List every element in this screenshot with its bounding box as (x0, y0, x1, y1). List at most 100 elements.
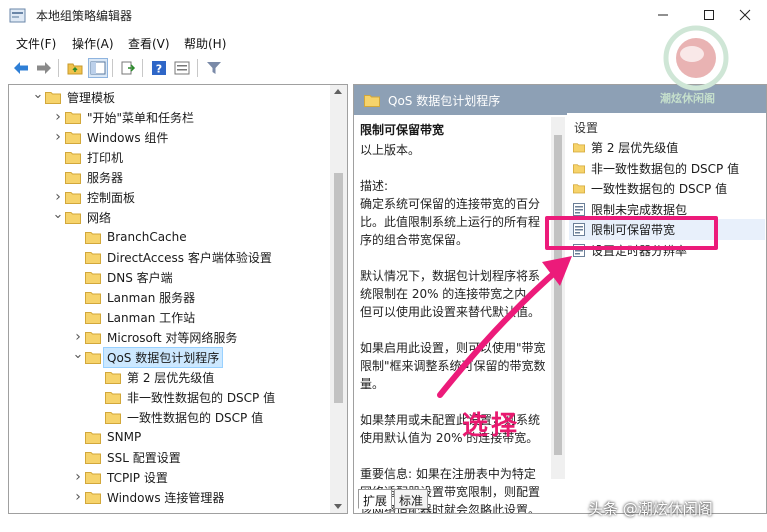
help-button[interactable]: ? (149, 58, 169, 78)
chevron-right-icon[interactable]: › (71, 467, 85, 487)
tree-item[interactable]: › "开始"菜单和任务栏 (51, 107, 194, 127)
folder-icon (85, 451, 107, 464)
watermark-text: 头条 @潮炫休闲阁 (588, 500, 713, 518)
tab-extended[interactable]: 扩展 (358, 489, 393, 509)
up-level-button[interactable] (65, 58, 85, 78)
tree-item[interactable]: Lanman 工作站 (71, 307, 195, 327)
description-text: 以上版本。 描述: 确定系统可保留的连接带宽的百分比。此值限制系统上运行的所有程… (360, 143, 546, 514)
folder-icon (85, 231, 107, 244)
tree-item-label: DirectAccess 客户端体验设置 (107, 250, 272, 265)
properties-button[interactable] (172, 58, 192, 78)
minimize-icon (658, 14, 668, 16)
details-header-title: QoS 数据包计划程序 (388, 93, 501, 108)
folder-icon (65, 191, 87, 204)
highlight-box (545, 216, 718, 250)
filter-button[interactable] (204, 58, 224, 78)
tree-item[interactable]: ⌄ QoS 数据包计划程序 (71, 345, 224, 368)
menu-file[interactable]: 文件(F) (16, 35, 56, 52)
forward-button[interactable] (34, 58, 54, 78)
tree-item[interactable]: Lanman 服务器 (71, 287, 195, 307)
tree-item[interactable]: SNMP (71, 427, 141, 447)
tree-item-label: "开始"菜单和任务栏 (87, 110, 195, 125)
tree-item[interactable]: 服务器 (51, 167, 123, 187)
tree-item-label: Lanman 工作站 (107, 310, 196, 325)
folder-icon (85, 491, 107, 504)
folder-icon (85, 291, 107, 304)
folder-icon (105, 371, 127, 384)
scroll-thumb[interactable] (334, 173, 343, 403)
chevron-right-icon[interactable]: › (71, 487, 85, 507)
tree-item[interactable]: DirectAccess 客户端体验设置 (71, 247, 272, 267)
window-title: 本地组策略编辑器 (36, 9, 133, 23)
tree-item[interactable]: DNS 客户端 (71, 267, 173, 287)
scroll-thumb[interactable] (554, 135, 562, 455)
settings-list-item-label: 一致性数据包的 DSCP 值 (591, 182, 728, 196)
chevron-down-icon[interactable]: ⌄ (31, 85, 45, 105)
folder-icon (65, 111, 87, 124)
tree-scrollbar[interactable] (330, 85, 347, 513)
tree-item-label: QoS 数据包计划程序 (102, 346, 224, 368)
show-hide-tree-button[interactable] (88, 58, 108, 78)
folder-icon (105, 391, 127, 404)
settings-list-item-label: 第 2 层优先级值 (591, 141, 679, 155)
tree-item[interactable]: 一致性数据包的 DSCP 值 (91, 407, 263, 427)
settings-list-item[interactable]: 非一致性数据包的 DSCP 值 (569, 158, 765, 179)
scroll-up-arrow-icon[interactable] (334, 89, 342, 94)
settings-column-header[interactable]: 设置 (574, 119, 598, 136)
help-icon: ? (152, 61, 166, 76)
settings-list-item[interactable]: 一致性数据包的 DSCP 值 (569, 178, 765, 199)
folder-icon (85, 331, 107, 344)
tree-item[interactable]: SSL 配置设置 (71, 447, 181, 467)
console-tree-pane: ⌄ 管理模板 › "开始"菜单和任务栏 › Windows 组件 打印机 服务器 › 控制面板 ⌄ 网… (8, 84, 348, 514)
annotation-label: 选择 (462, 411, 521, 441)
tree-item[interactable]: ⌄ 管理模板 (31, 87, 115, 107)
menu-help[interactable]: 帮助(H) (184, 35, 226, 52)
tree-item[interactable]: 打印机 (51, 147, 123, 167)
folder-icon (65, 131, 87, 144)
folder-icon (85, 251, 107, 264)
back-arrow-icon (14, 62, 28, 74)
chevron-down-icon[interactable]: ⌄ (71, 345, 85, 365)
svg-text:?: ? (156, 63, 162, 76)
tree-item-label: TCPIP 设置 (107, 470, 168, 485)
tree-item[interactable]: › TCPIP 设置 (71, 467, 168, 487)
chevron-down-icon[interactable]: ⌄ (51, 205, 65, 225)
tree-item[interactable]: › Windows 连接管理器 (71, 487, 224, 507)
menu-action[interactable]: 操作(A) (72, 35, 114, 52)
folder-icon (65, 211, 87, 224)
watermark-logo-text: 潮炫休闲阁 (660, 92, 715, 105)
chevron-right-icon[interactable]: › (51, 107, 65, 127)
filter-icon (207, 62, 221, 74)
folder-icon (85, 471, 107, 484)
description-title: 限制可保留带宽 (360, 123, 445, 137)
tree-item-label: Microsoft 对等网络服务 (107, 330, 238, 345)
tree-item-label: 一致性数据包的 DSCP 值 (127, 410, 264, 425)
chevron-right-icon[interactable]: › (51, 127, 65, 147)
folder-icon (65, 171, 87, 184)
tree-item[interactable]: › Windows 组件 (51, 127, 168, 147)
export-list-button[interactable] (118, 58, 138, 78)
tree-item[interactable]: ⌄ 网络 (51, 207, 111, 227)
scroll-down-arrow-icon[interactable] (334, 504, 342, 509)
tree-item[interactable]: 第 2 层优先级值 (91, 367, 214, 387)
details-pane: QoS 数据包计划程序 限制可保留带宽 以上版本。 描述: 确定系统可保留的连接… (353, 84, 767, 514)
settings-list-item[interactable]: 第 2 层优先级值 (569, 137, 765, 158)
tree-item[interactable]: 非一致性数据包的 DSCP 值 (91, 387, 275, 407)
tree-item[interactable]: BranchCache (71, 227, 187, 247)
tree-item[interactable]: › Microsoft 对等网络服务 (71, 327, 237, 347)
description-scrollbar[interactable] (551, 117, 565, 479)
title-bar: 本地组策略编辑器 (0, 0, 767, 30)
back-button[interactable] (11, 58, 31, 78)
menu-view[interactable]: 查看(V) (128, 35, 170, 52)
tab-standard[interactable]: 标准 (394, 489, 429, 509)
tree-item-label: 网络 (87, 210, 112, 225)
watermark-logo-icon (663, 25, 729, 91)
settings-list: 设置 第 2 层优先级值非一致性数据包的 DSCP 值一致性数据包的 DSCP … (567, 113, 766, 483)
